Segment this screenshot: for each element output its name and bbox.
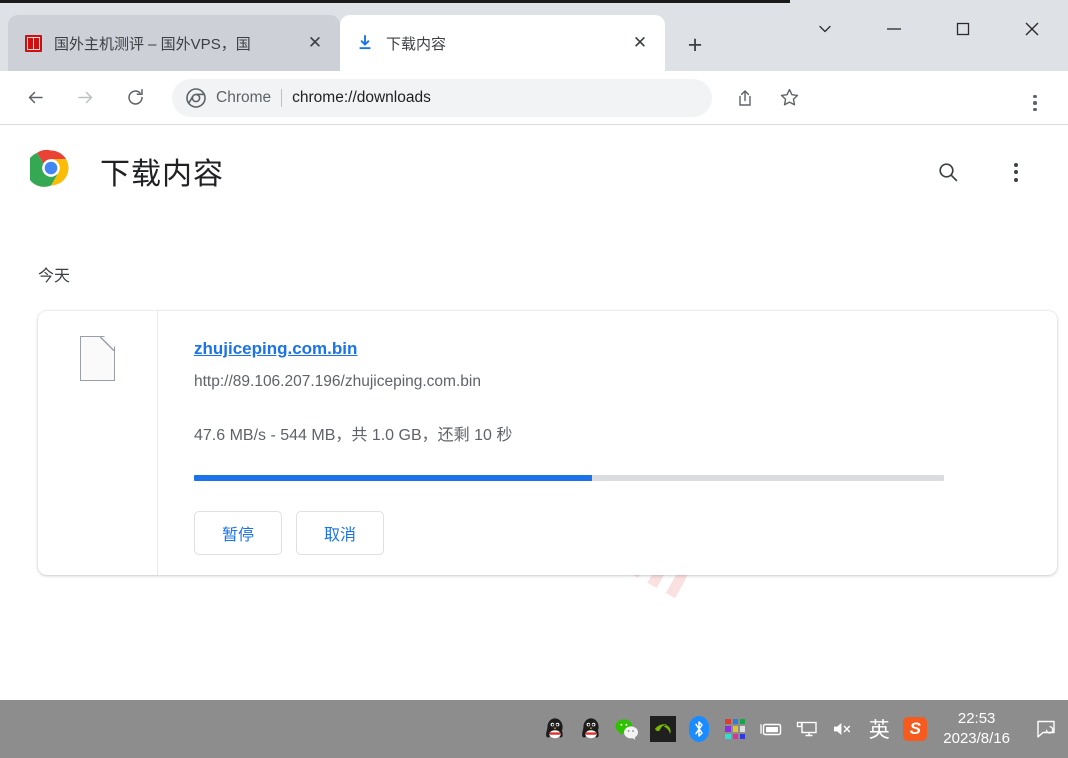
tab-strip: 国外主机测评 – 国外VPS，国 ✕ 下载内容 ✕ + — [0, 0, 1068, 71]
chrome-logo-icon — [26, 147, 72, 189]
bluetooth-icon[interactable] — [681, 700, 717, 758]
download-progress-fill — [194, 475, 592, 481]
tab-downloads[interactable]: 下载内容 ✕ — [340, 15, 665, 71]
omnibox-url-text: chrome://downloads — [292, 88, 431, 106]
action-center-icon[interactable] — [1024, 700, 1068, 758]
download-details: zhujiceping.com.bin http://89.106.207.19… — [158, 311, 1057, 575]
ime-indicator[interactable]: 英 — [861, 700, 897, 758]
forward-button[interactable] — [66, 79, 104, 117]
download-file-icon-column — [38, 311, 158, 575]
menu-dot — [1014, 177, 1018, 182]
bookmark-star-icon[interactable] — [772, 81, 806, 115]
omnibox-brand-label: Chrome — [216, 88, 272, 106]
close-icon[interactable] — [997, 3, 1066, 55]
page-title: 下载内容 — [100, 158, 224, 191]
nvidia-icon[interactable] — [645, 700, 681, 758]
tab-foreign-host-review[interactable]: 国外主机测评 – 国外VPS，国 ✕ — [8, 15, 340, 71]
windows-taskbar: 英 S 22:53 2023/8/16 — [0, 700, 1068, 758]
system-tray: 英 S 22:53 2023/8/16 — [537, 700, 1068, 758]
browser-window: 国外主机测评 – 国外VPS，国 ✕ 下载内容 ✕ + Chrome chrom… — [0, 0, 1068, 758]
display-icon[interactable] — [789, 700, 825, 758]
qq-icon-2[interactable] — [573, 700, 609, 758]
title-bar-edge — [0, 0, 790, 3]
browser-toolbar: Chrome chrome://downloads — [0, 71, 1068, 125]
clock-date: 2023/8/16 — [943, 730, 1010, 747]
tab-label: 下载内容 — [386, 35, 447, 53]
chrome-logo-icon — [186, 87, 206, 108]
volume-muted-icon[interactable] — [825, 700, 861, 758]
share-icon[interactable] — [728, 81, 762, 115]
toolbar-right-icons — [718, 81, 806, 115]
download-status-text: 47.6 MB/s - 544 MB，共 1.0 GB，还剩 10 秒 — [194, 427, 513, 444]
address-bar[interactable]: Chrome chrome://downloads — [172, 78, 712, 117]
tab-label: 国外主机测评 – 国外VPS，国 — [54, 35, 251, 53]
browser-menu-button[interactable] — [1020, 88, 1050, 118]
downloads-more-menu-icon[interactable] — [999, 155, 1033, 189]
menu-dot — [1014, 170, 1018, 174]
section-label-today: 今天 — [38, 268, 71, 285]
menu-dot — [1033, 101, 1037, 105]
maximize-icon[interactable] — [928, 3, 997, 55]
downloads-header: 下载内容 — [0, 125, 1068, 220]
wechat-icon[interactable] — [609, 700, 645, 758]
download-item-card: zhujiceping.com.bin http://89.106.207.19… — [38, 311, 1057, 575]
color-grid-icon[interactable] — [717, 700, 753, 758]
tab-close-icon[interactable]: ✕ — [302, 30, 328, 56]
new-tab-button[interactable]: + — [676, 28, 714, 62]
clock-time: 22:53 — [957, 709, 996, 727]
tab-close-icon[interactable]: ✕ — [627, 30, 653, 56]
download-arrow-icon — [356, 34, 374, 52]
red-seal-favicon-icon — [24, 34, 42, 52]
pause-button[interactable]: 暂停 — [194, 511, 282, 555]
downloads-page: zhujiceping.com 下载内容 — [0, 125, 1068, 700]
menu-dot — [1014, 162, 1018, 167]
menu-dot — [1033, 94, 1037, 99]
download-progress-bar — [194, 475, 944, 481]
menu-dot — [1033, 107, 1037, 112]
tab-search-chevron-icon[interactable] — [790, 3, 859, 55]
download-filename-link[interactable]: zhujiceping.com.bin — [194, 339, 357, 359]
generic-file-icon — [80, 336, 115, 381]
omnibox-separator — [281, 88, 283, 107]
reload-button[interactable] — [116, 79, 154, 117]
battery-icon[interactable] — [753, 700, 789, 758]
window-controls — [790, 3, 1068, 55]
cancel-button[interactable]: 取消 — [296, 511, 384, 555]
qq-icon[interactable] — [537, 700, 573, 758]
taskbar-clock[interactable]: 22:53 2023/8/16 — [933, 709, 1024, 750]
download-source-url: http://89.106.207.196/zhujiceping.com.bi… — [194, 373, 481, 390]
search-icon[interactable] — [931, 155, 965, 189]
sogou-input-icon[interactable]: S — [897, 700, 933, 758]
ime-label: 英 — [868, 718, 890, 742]
download-action-buttons: 暂停 取消 — [194, 511, 1057, 555]
minimize-icon[interactable] — [859, 3, 928, 55]
sogou-label: S — [903, 717, 928, 741]
back-button[interactable] — [16, 79, 54, 117]
